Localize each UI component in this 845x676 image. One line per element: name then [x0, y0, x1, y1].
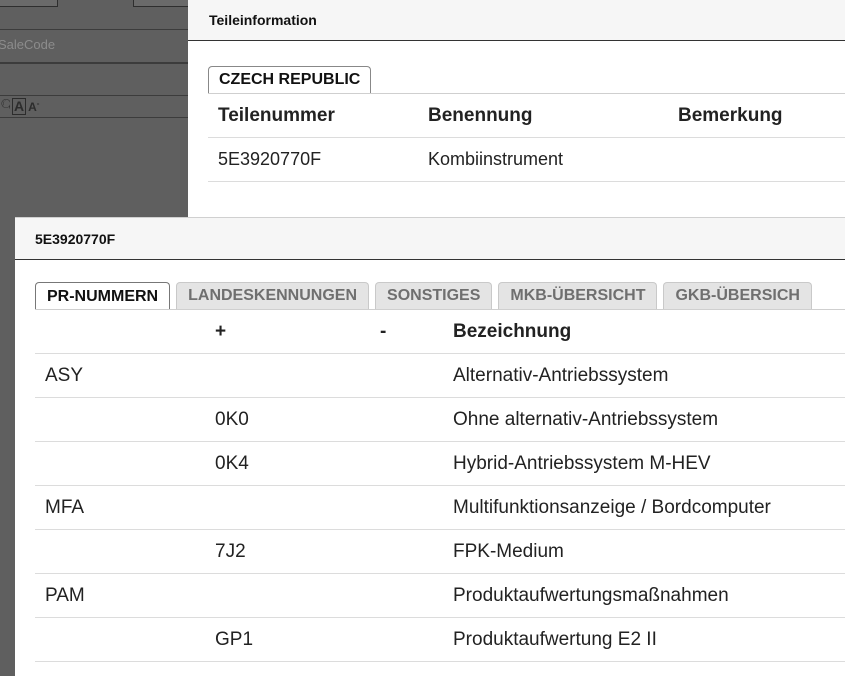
- cell-bezeichnung: Ohne alternativ-Antriebssystem: [453, 408, 719, 430]
- tab-landeskennungen[interactable]: LANDESKENNUNGEN: [176, 282, 370, 309]
- font-large-icon: A: [12, 97, 27, 115]
- dialog-title: Teileinformation: [188, 0, 845, 41]
- background-button: [0, 0, 58, 7]
- tab-pr-nummern[interactable]: PR-NUMMERN: [35, 282, 171, 310]
- font-small-icon: A-: [28, 98, 40, 114]
- parts-table: Teilenummer Benennung Bemerkung 5E392077…: [208, 93, 845, 182]
- pr-numbers-table: + - Bezeichnung ASY Alternativ-Antriebssy…: [35, 309, 845, 662]
- column-header-teilenummer: Teilenummer: [218, 104, 335, 126]
- cell-bezeichnung: Hybrid-Antriebssystem M-HEV: [453, 452, 711, 474]
- cell-bezeichnung: Produktaufwertung E2 II: [453, 628, 657, 650]
- cell-teilenummer: 5E3920770F: [218, 149, 322, 169]
- cell-bezeichnung: Multifunktionsanzeige / Bordcomputer: [453, 496, 771, 518]
- cell-plus: 0K0: [215, 408, 249, 430]
- cell-bezeichnung: Produktaufwertungsmaßnahmen: [453, 584, 729, 606]
- table-row[interactable]: PAM Produktaufwertungsmaßnahmen: [35, 574, 845, 618]
- cell-family: ASY: [45, 364, 84, 386]
- font-size-toolbar: 🔍︎ A A-: [0, 96, 39, 116]
- column-header-bemerkung: Bemerkung: [678, 104, 783, 126]
- background-field: [0, 62, 190, 96]
- table-header-row: Teilenummer Benennung Bemerkung: [208, 94, 845, 138]
- teileinformation-dialog: Teileinformation CZECH REPUBLIC Teilenum…: [188, 0, 845, 235]
- table-row[interactable]: MFA Multifunktionsanzeige / Bordcomputer: [35, 486, 845, 530]
- cell-family: MFA: [45, 496, 85, 518]
- cell-bezeichnung: Alternativ-Antriebssystem: [453, 364, 669, 386]
- table-row[interactable]: 5E3920770F Kombiinstrument: [208, 138, 845, 182]
- table-row[interactable]: ASY Alternativ-Antriebssystem: [35, 354, 845, 398]
- table-row[interactable]: 0K4 Hybrid-Antriebssystem M-HEV: [35, 442, 845, 486]
- background-button: [133, 0, 195, 7]
- table-row[interactable]: GP1 Produktaufwertung E2 II: [35, 618, 845, 662]
- tab-sonstiges[interactable]: SONSTIGES: [375, 282, 493, 309]
- column-header-bezeichnung: Bezeichnung: [453, 320, 572, 342]
- cell-plus: 7J2: [215, 540, 246, 562]
- cell-bezeichnung: FPK-Medium: [453, 540, 564, 562]
- table-row[interactable]: 0K0 Ohne alternativ-Antriebssystem: [35, 398, 845, 442]
- cell-plus: GP1: [215, 628, 254, 650]
- tab-country[interactable]: CZECH REPUBLIC: [208, 66, 372, 93]
- cell-benennung: Kombiinstrument: [428, 149, 564, 169]
- cell-plus: 0K4: [215, 452, 249, 474]
- divider: [0, 117, 190, 118]
- column-header-minus: -: [380, 320, 387, 342]
- table-header-row: + - Bezeichnung: [35, 310, 845, 354]
- tab-gkb-bersich[interactable]: GKB-ÜBERSICH: [663, 282, 812, 309]
- detail-tabs: PR-NUMMERN LANDESKENNUNGEN SONSTIGES MKB-ÜB…: [35, 282, 812, 310]
- salecode-placeholder: SaleCode: [0, 37, 56, 52]
- dialog-title: 5E3920770F: [15, 217, 845, 260]
- table-row[interactable]: 7J2 FPK-Medium: [35, 530, 845, 574]
- column-header-benennung: Benennung: [428, 104, 533, 126]
- tab-mkb-bersicht[interactable]: MKB-ÜBERSICHT: [498, 282, 658, 309]
- part-detail-dialog: 5E3920770F PR-NUMMERN LANDESKENNUNGEN SONS…: [15, 217, 845, 676]
- column-header-plus: +: [215, 320, 227, 342]
- zoom-icon: 🔍︎: [0, 98, 10, 113]
- cell-family: PAM: [45, 584, 85, 606]
